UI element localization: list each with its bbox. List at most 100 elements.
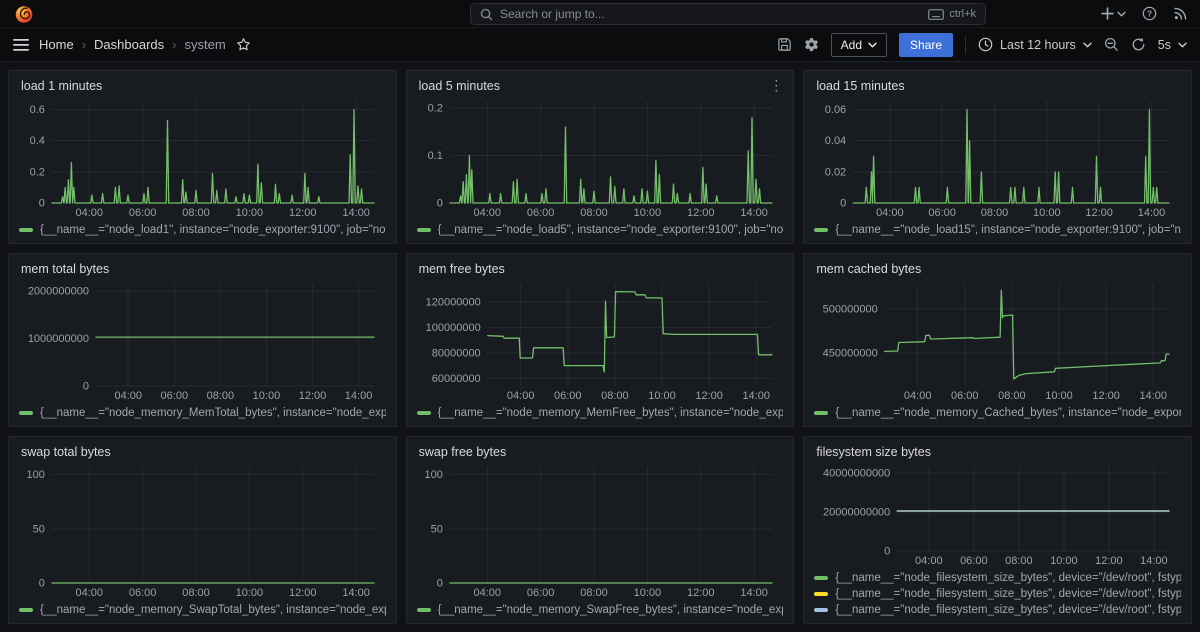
legend-label: {__name__="node_load1", instance="node_e… — [40, 224, 386, 236]
legend-item[interactable]: {__name__="node_memory_MemTotal_bytes", … — [19, 405, 386, 421]
star-icon — [236, 37, 251, 52]
panel-legend: {__name__="node_memory_SwapFree_bytes", … — [417, 600, 784, 618]
new-button[interactable] — [1101, 7, 1126, 20]
legend-item[interactable]: {__name__="node_memory_SwapTotal_bytes",… — [19, 602, 386, 618]
panel-load-1-minutes: load 1 minutes00.20.40.604:0006:0008:001… — [8, 70, 397, 244]
save-dashboard-button[interactable] — [777, 37, 792, 52]
svg-text:0.1: 0.1 — [427, 150, 442, 162]
svg-text:04:00: 04:00 — [473, 207, 501, 219]
favorite-button[interactable] — [236, 37, 251, 52]
svg-text:04:00: 04:00 — [915, 555, 943, 567]
search-input[interactable]: Search or jump to... ctrl+k — [470, 3, 986, 25]
time-range-picker[interactable]: Last 12 hours — [978, 37, 1092, 52]
legend-item[interactable]: {__name__="node_load1", instance="node_e… — [19, 222, 386, 238]
svg-text:0.4: 0.4 — [30, 135, 45, 147]
chart-canvas: 00.020.040.0604:0006:0008:0010:0012:0014… — [814, 95, 1181, 220]
news-button[interactable] — [1173, 6, 1188, 21]
legend-item[interactable]: {__name__="node_filesystem_size_bytes", … — [814, 570, 1181, 586]
legend-item[interactable]: {__name__="node_filesystem_size_bytes", … — [814, 586, 1181, 602]
chart-canvas: 01000000000200000000004:0006:0008:0010:0… — [19, 278, 386, 403]
svg-text:04:00: 04:00 — [75, 207, 103, 219]
svg-text:500000000: 500000000 — [823, 303, 878, 315]
grafana-flame-icon — [14, 4, 34, 24]
share-button[interactable]: Share — [899, 33, 953, 57]
add-button[interactable]: Add — [831, 33, 887, 57]
chart-canvas: 05010004:0006:0008:0010:0012:0014:00 — [417, 461, 784, 600]
breadcrumb-home[interactable]: Home — [39, 37, 74, 52]
legend-item[interactable]: {__name__="node_memory_SwapFree_bytes", … — [417, 602, 784, 618]
chart-load-15-minutes[interactable]: 00.020.040.0604:0006:0008:0010:0012:0014… — [814, 95, 1181, 220]
panel-swap-total-bytes: swap total bytes05010004:0006:0008:0010:… — [8, 436, 397, 624]
svg-text:08:00: 08:00 — [1005, 555, 1033, 567]
dashboard-settings-button[interactable] — [804, 37, 819, 52]
panel-menu-icon[interactable]: ⋮ — [765, 76, 787, 94]
chart-canvas: 45000000050000000004:0006:0008:0010:0012… — [814, 278, 1181, 403]
svg-text:20000000000: 20000000000 — [823, 506, 890, 518]
search-icon — [480, 8, 493, 21]
svg-text:06:00: 06:00 — [161, 390, 189, 402]
chart-load-1-minutes[interactable]: 00.20.40.604:0006:0008:0010:0012:0014:00 — [19, 95, 386, 220]
svg-text:04:00: 04:00 — [473, 587, 501, 599]
chart-swap-free-bytes[interactable]: 05010004:0006:0008:0010:0012:0014:00 — [417, 461, 784, 600]
svg-text:0.2: 0.2 — [427, 103, 442, 115]
hamburger-icon — [13, 39, 29, 51]
chart-swap-total-bytes[interactable]: 05010004:0006:0008:0010:0012:0014:00 — [19, 461, 386, 600]
svg-text:04:00: 04:00 — [114, 390, 142, 402]
chart-mem-total-bytes[interactable]: 01000000000200000000004:0006:0008:0010:0… — [19, 278, 386, 403]
refresh-interval-picker[interactable]: 5s — [1158, 38, 1187, 52]
svg-text:0.04: 0.04 — [825, 135, 846, 147]
svg-text:0: 0 — [840, 198, 846, 210]
panel-mem-cached-bytes: mem cached bytes45000000050000000004:000… — [803, 253, 1192, 427]
svg-text:100: 100 — [424, 469, 442, 481]
panel-legend: {__name__="node_memory_SwapTotal_bytes",… — [19, 600, 386, 618]
svg-text:10:00: 10:00 — [648, 390, 676, 402]
zoom-out-button[interactable] — [1104, 37, 1119, 52]
legend-label: {__name__="node_memory_MemTotal_bytes", … — [40, 407, 386, 419]
svg-text:14:00: 14:00 — [1138, 207, 1166, 219]
svg-text:06:00: 06:00 — [527, 587, 555, 599]
help-button[interactable]: ? — [1142, 6, 1157, 21]
chevron-down-icon — [1083, 42, 1092, 48]
chart-filesystem-size-bytes[interactable]: 0200000000004000000000004:0006:0008:0010… — [814, 461, 1181, 568]
svg-text:100000000: 100000000 — [425, 322, 480, 334]
mega-menu-toggle[interactable] — [13, 39, 29, 51]
breadcrumb: Home › Dashboards › system — [39, 37, 226, 52]
svg-text:14:00: 14:00 — [342, 207, 370, 219]
legend-swatch — [814, 608, 828, 612]
legend-item[interactable]: {__name__="node_load5", instance="node_e… — [417, 222, 784, 238]
panel-header: filesystem size bytes — [814, 443, 1181, 461]
grafana-logo[interactable] — [14, 4, 34, 24]
chart-mem-free-bytes[interactable]: 600000008000000010000000012000000004:000… — [417, 278, 784, 403]
svg-text:14:00: 14:00 — [742, 390, 770, 402]
legend-item[interactable]: {__name__="node_load15", instance="node_… — [814, 222, 1181, 238]
svg-text:0.02: 0.02 — [825, 166, 846, 178]
chevron-down-icon — [1178, 42, 1187, 48]
chart-load-5-minutes[interactable]: 00.10.204:0006:0008:0010:0012:0014:00 — [417, 95, 784, 220]
legend-label: {__name__="node_memory_Cached_bytes", in… — [835, 407, 1181, 419]
refresh-interval-label: 5s — [1158, 38, 1171, 52]
svg-text:0: 0 — [436, 198, 442, 210]
svg-text:12:00: 12:00 — [1086, 207, 1114, 219]
panel-header: swap total bytes — [19, 443, 386, 461]
breadcrumb-dashboards[interactable]: Dashboards — [94, 37, 164, 52]
top-nav: Search or jump to... ctrl+k ? — [0, 0, 1200, 28]
panel-load-15-minutes: load 15 minutes00.020.040.0604:0006:0008… — [803, 70, 1192, 244]
panel-filesystem-size-bytes: filesystem size bytes0200000000004000000… — [803, 436, 1192, 624]
svg-text:06:00: 06:00 — [129, 587, 157, 599]
svg-text:14:00: 14:00 — [345, 390, 373, 402]
legend-item[interactable]: {__name__="node_memory_MemFree_bytes", i… — [417, 405, 784, 421]
legend-swatch — [417, 228, 431, 232]
svg-text:10:00: 10:00 — [1050, 555, 1078, 567]
panel-header: load 5 minutes — [417, 77, 784, 95]
chart-mem-cached-bytes[interactable]: 45000000050000000004:0006:0008:0010:0012… — [814, 278, 1181, 403]
svg-text:04:00: 04:00 — [507, 390, 535, 402]
svg-text:14:00: 14:00 — [342, 587, 370, 599]
svg-text:12:00: 12:00 — [695, 390, 723, 402]
legend-item[interactable]: {__name__="node_memory_Cached_bytes", in… — [814, 405, 1181, 421]
zoom-out-icon — [1104, 37, 1119, 52]
svg-text:0: 0 — [83, 381, 89, 393]
refresh-button[interactable] — [1131, 37, 1146, 52]
svg-text:06:00: 06:00 — [129, 207, 157, 219]
legend-item[interactable]: {__name__="node_filesystem_size_bytes", … — [814, 602, 1181, 618]
legend-swatch — [417, 608, 431, 612]
